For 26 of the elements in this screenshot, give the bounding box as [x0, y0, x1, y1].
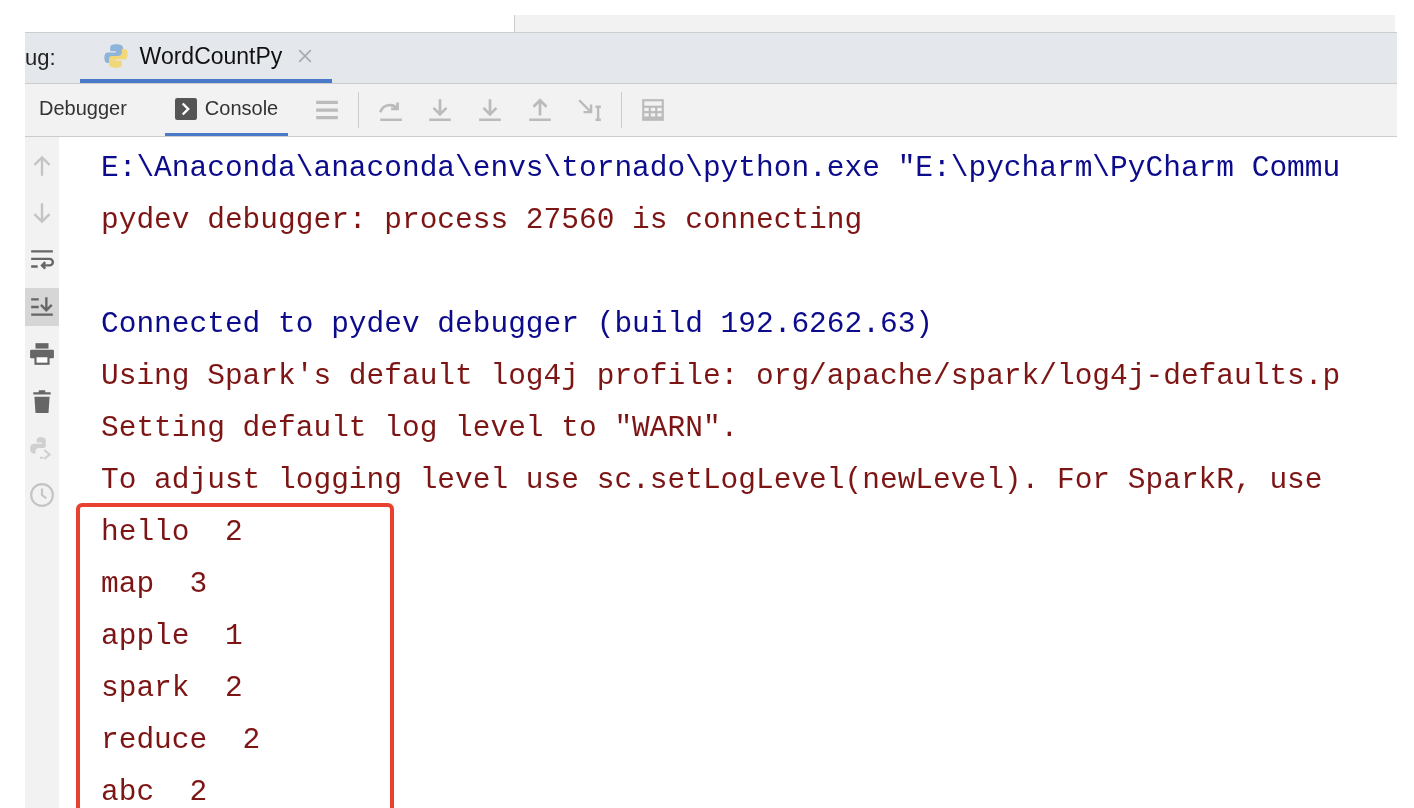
close-icon[interactable]	[298, 49, 313, 63]
console-line: apple 1	[101, 618, 244, 655]
step-into-icon[interactable]	[427, 97, 454, 123]
console-line: hello 2	[101, 514, 244, 551]
console-line: pydev debugger: process 27560 is connecting	[101, 202, 864, 239]
run-to-cursor-icon[interactable]	[577, 97, 604, 123]
clock-icon[interactable]	[29, 482, 55, 508]
scroll-to-end-toggle[interactable]	[25, 288, 59, 326]
console-line: map 3	[101, 566, 209, 603]
console-icon	[174, 97, 197, 120]
console-line: To adjust logging level use sc.setLogLevel(newLevel). For SparkR, use	[101, 462, 1324, 499]
panel-tab[interactable]: Debugger	[37, 84, 147, 136]
console-line: spark 2	[101, 670, 244, 707]
panel-tab[interactable]: Console	[164, 84, 289, 136]
console-line: Setting default log level to "WARN".	[101, 410, 740, 447]
step-into-icon[interactable]	[477, 97, 504, 123]
console-line: reduce 2	[101, 722, 262, 759]
console-line: Using Spark's default log4j profile: org/apache/spark/log4j-defaults.p	[101, 358, 1342, 395]
calculator-icon[interactable]	[640, 97, 667, 123]
printer-icon[interactable]	[29, 341, 55, 367]
debug-label: ug:	[25, 45, 56, 71]
console-line: E:\Anaconda\anaconda\envs\tornado\python.exe "E:\pycharm\PyCharm Commu	[101, 150, 1342, 187]
console-line: Connected to pydev debugger (build 192.6262.63)	[101, 306, 935, 343]
step-out-icon[interactable]	[527, 97, 554, 123]
python-logo-icon	[101, 42, 130, 70]
console-line: abc 2	[101, 774, 209, 808]
